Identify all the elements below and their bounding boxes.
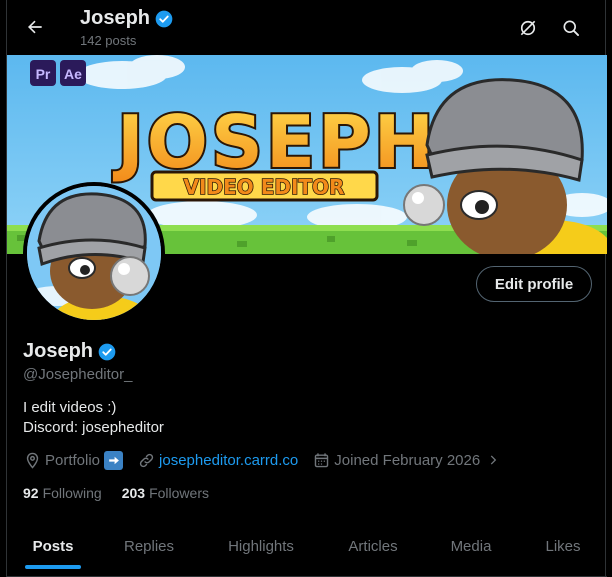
joined-item[interactable]: Joined February 2026 <box>312 451 506 469</box>
active-tab-indicator <box>25 565 81 569</box>
header-name: Joseph <box>80 7 151 29</box>
website-item[interactable]: josepheditor.carrd.co <box>137 451 298 469</box>
tab-replies[interactable]: Replies <box>99 525 199 567</box>
location-pin-icon <box>23 451 41 469</box>
tab-posts[interactable]: Posts <box>7 525 99 569</box>
following-link[interactable]: 92 Following <box>23 485 102 501</box>
top-bar: Joseph 142 posts <box>7 0 607 54</box>
posts-count: 142 posts <box>80 33 137 48</box>
profile-meta: Portfolio josepheditor.carrd.co Joined F… <box>23 449 520 471</box>
location-text: Portfolio <box>45 451 101 469</box>
profile-name-row: Joseph <box>23 340 117 363</box>
location-item: Portfolio <box>23 450 124 470</box>
website-link[interactable]: josepheditor.carrd.co <box>159 452 298 469</box>
joined-text: Joined February 2026 <box>334 451 481 469</box>
profile-tabs: Posts Replies Highlights Articles Media … <box>7 525 607 577</box>
followers-label: Followers <box>149 485 209 501</box>
banner-subtitle: VIDEO EDITOR <box>184 175 345 199</box>
search-icon[interactable] <box>557 14 585 42</box>
header-title: Joseph <box>80 7 174 30</box>
tab-label: Posts <box>32 537 74 555</box>
tab-highlights[interactable]: Highlights <box>199 525 323 567</box>
following-count: 92 <box>23 485 39 501</box>
premiere-badge: Pr <box>36 66 51 82</box>
follow-stats: 92 Following 203 Followers <box>23 485 209 501</box>
bio-line: Discord: josepheditor <box>23 419 164 436</box>
bio-line: I edit videos :) <box>23 399 117 416</box>
followers-count: 203 <box>121 485 146 501</box>
tab-label: Media <box>450 537 492 555</box>
back-arrow-icon[interactable] <box>21 13 49 41</box>
tab-label: Articles <box>348 537 398 555</box>
profile-name: Joseph <box>23 340 94 362</box>
tab-media[interactable]: Media <box>423 525 519 567</box>
following-label: Following <box>42 485 102 501</box>
after-effects-badge: Ae <box>64 66 82 82</box>
tab-label: Highlights <box>228 537 294 555</box>
profile-handle: @Josepheditor_ <box>23 366 133 383</box>
right-arrow-emoji-icon <box>104 450 124 470</box>
calendar-icon <box>312 451 330 469</box>
profile-bio: I edit videos :) Discord: josepheditor <box>23 398 164 438</box>
tab-articles[interactable]: Articles <box>323 525 423 567</box>
verified-badge-icon <box>155 10 173 27</box>
tab-likes[interactable]: Likes <box>519 525 607 567</box>
link-icon <box>137 451 155 469</box>
tab-label: Likes <box>545 537 581 555</box>
chevron-right-icon <box>484 451 502 469</box>
verified-badge-icon[interactable] <box>97 342 117 362</box>
edit-profile-button[interactable]: Edit profile <box>476 266 592 302</box>
header-title-block: Joseph 142 posts <box>80 7 174 48</box>
grok-icon[interactable] <box>514 14 542 42</box>
followers-link[interactable]: 203 Followers <box>122 485 209 501</box>
tab-label: Replies <box>123 537 175 555</box>
profile-page: Joseph 142 posts Pr Ae JOSEPH VIDEO EDIT… <box>6 0 607 577</box>
profile-avatar[interactable] <box>23 182 165 324</box>
